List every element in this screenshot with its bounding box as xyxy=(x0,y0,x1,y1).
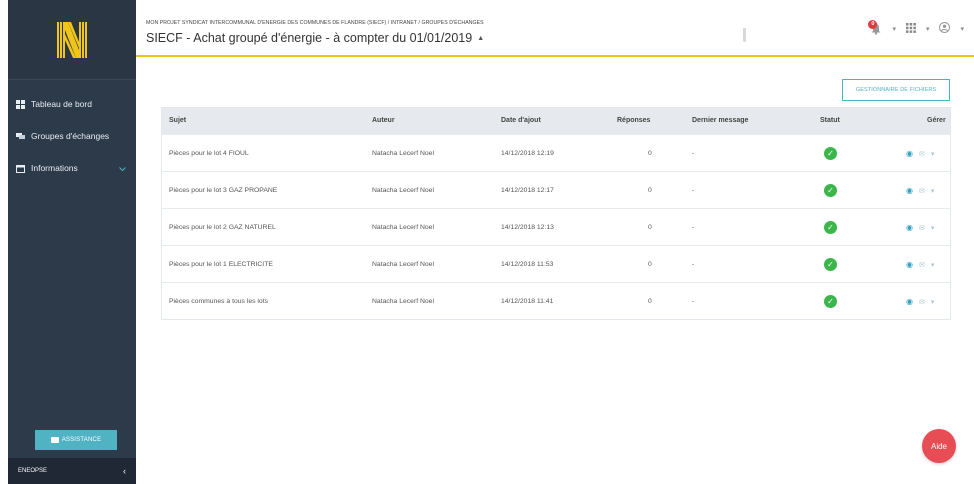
table-row[interactable]: Pièces pour le lot 1 ELECTRICITE Natacha… xyxy=(162,245,950,282)
cell-sujet[interactable]: Pièces communes à tous les lots xyxy=(169,298,268,305)
table-row[interactable]: Pièces pour le lot 3 GAZ PROPANE Natacha… xyxy=(162,171,950,208)
cell-dernier-message: - xyxy=(692,150,695,157)
assistance-label: ASSISTANCE xyxy=(61,437,102,443)
view-eye-icon[interactable]: ◉ xyxy=(906,223,913,232)
view-eye-icon[interactable]: ◉ xyxy=(906,297,913,306)
scroll-indicator xyxy=(743,28,746,42)
col-statut[interactable]: Statut xyxy=(820,117,840,124)
status-ok-icon: ✓ xyxy=(824,295,837,308)
assistance-button[interactable]: ASSISTANCE xyxy=(35,430,117,450)
brand-logo-icon xyxy=(57,21,87,58)
row-actions: ◉ ✉ ▾ xyxy=(906,186,934,195)
view-eye-icon[interactable]: ◉ xyxy=(906,260,913,269)
files-manager-button[interactable]: GESTIONNAIRE DE FICHIERS xyxy=(842,79,950,101)
cell-date: 14/12/2018 12:13 xyxy=(501,224,554,231)
cell-auteur: Natacha Lecerf Noel xyxy=(372,150,434,157)
sidebar-item-tableau-de-bord[interactable]: Tableau de bord xyxy=(8,88,136,120)
cell-dernier-message: - xyxy=(692,187,695,194)
header-actions: 0 ▾ ▾ ▾ xyxy=(868,19,964,35)
cell-reponses: 0 xyxy=(648,298,652,305)
cell-auteur: Natacha Lecerf Noel xyxy=(372,224,434,231)
cell-auteur: Natacha Lecerf Noel xyxy=(372,261,434,268)
chevron-down-icon[interactable]: ▾ xyxy=(960,25,964,33)
cell-auteur: Natacha Lecerf Noel xyxy=(372,298,434,305)
cell-sujet[interactable]: Pièces pour le lot 4 FIOUL xyxy=(169,150,249,157)
table-row[interactable]: Pièces pour le lot 2 GAZ NATUREL Natacha… xyxy=(162,208,950,245)
page-title-text: SIECF - Achat groupé d'énergie - à compt… xyxy=(146,31,473,45)
cell-auteur: Natacha Lecerf Noel xyxy=(372,187,434,194)
message-icon[interactable]: ✉ xyxy=(919,298,925,306)
cell-dernier-message: - xyxy=(692,298,695,305)
dashboard-icon xyxy=(16,99,25,109)
header: MON PROJET SYNDICAT INTERCOMMUNAL D'ENER… xyxy=(136,0,974,57)
chevron-down-icon[interactable]: ▾ xyxy=(926,25,930,33)
table-row[interactable]: Pièces communes à tous les lots Natacha … xyxy=(162,282,950,319)
message-icon xyxy=(50,437,59,443)
sidebar-item-label: Groupes d'échanges xyxy=(31,131,110,141)
chevron-down-icon[interactable]: ▾ xyxy=(931,187,935,195)
cell-date: 14/12/2018 12:17 xyxy=(501,187,554,194)
sidebar-item-groupes-echanges[interactable]: Groupes d'échanges xyxy=(8,120,136,152)
notification-badge: 0 xyxy=(868,19,878,29)
cell-reponses: 0 xyxy=(648,261,652,268)
cell-sujet[interactable]: Pièces pour le lot 1 ELECTRICITE xyxy=(169,261,273,268)
status-ok-icon: ✓ xyxy=(824,221,837,234)
row-actions: ◉ ✉ ▾ xyxy=(906,260,934,269)
chevron-down-icon[interactable]: ▾ xyxy=(931,261,935,269)
sidebar-item-label: Tableau de bord xyxy=(31,99,92,109)
row-actions: ◉ ✉ ▾ xyxy=(906,149,934,158)
notifications-button[interactable]: 0 xyxy=(868,19,882,35)
table-header: Sujet Auteur Date d'ajout Réponses Derni… xyxy=(162,108,950,134)
page-title[interactable]: SIECF - Achat groupé d'énergie - à compt… xyxy=(146,31,484,45)
user-avatar-icon[interactable] xyxy=(939,22,951,35)
view-eye-icon[interactable]: ◉ xyxy=(906,149,913,158)
caret-up-icon[interactable]: ▲ xyxy=(477,35,484,42)
calendar-icon xyxy=(16,164,25,173)
col-dernier-message[interactable]: Dernier message xyxy=(692,117,748,124)
cell-date: 14/12/2018 11:41 xyxy=(501,298,554,305)
table-row[interactable]: Pièces pour le lot 4 FIOUL Natacha Lecer… xyxy=(162,134,950,171)
cell-date: 14/12/2018 12:19 xyxy=(501,150,554,157)
cell-reponses: 0 xyxy=(648,150,652,157)
sidebar-footer: ENEOPSE ‹ xyxy=(8,458,136,484)
status-ok-icon: ✓ xyxy=(824,258,837,271)
col-auteur[interactable]: Auteur xyxy=(372,117,395,124)
view-eye-icon[interactable]: ◉ xyxy=(906,186,913,195)
message-icon[interactable]: ✉ xyxy=(919,224,925,232)
logo[interactable] xyxy=(8,0,136,80)
topics-table: Sujet Auteur Date d'ajout Réponses Derni… xyxy=(161,107,951,320)
col-sujet[interactable]: Sujet xyxy=(169,117,186,124)
sidebar-item-label: Informations xyxy=(31,163,78,173)
cell-dernier-message: - xyxy=(692,224,695,231)
apps-grid-icon[interactable] xyxy=(905,22,916,35)
chevron-down-icon[interactable]: ▾ xyxy=(931,298,935,306)
message-icon[interactable]: ✉ xyxy=(919,261,925,269)
chevron-down-icon[interactable]: ▾ xyxy=(931,150,935,158)
cell-date: 14/12/2018 11:53 xyxy=(501,261,554,268)
sidebar: Tableau de bord Groupes d'échanges Infor… xyxy=(8,0,136,484)
cell-dernier-message: - xyxy=(692,261,695,268)
chevron-down-icon[interactable]: ▾ xyxy=(892,25,896,33)
breadcrumb[interactable]: MON PROJET SYNDICAT INTERCOMMUNAL D'ENER… xyxy=(146,20,484,26)
footer-label: ENEOPSE xyxy=(18,468,48,474)
cell-reponses: 0 xyxy=(648,224,652,231)
row-actions: ◉ ✉ ▾ xyxy=(906,223,934,232)
col-reponses[interactable]: Réponses xyxy=(617,117,650,124)
chat-icon xyxy=(16,132,25,141)
sidebar-item-informations[interactable]: Informations xyxy=(8,152,136,184)
cell-sujet[interactable]: Pièces pour le lot 3 GAZ PROPANE xyxy=(169,187,277,194)
col-date[interactable]: Date d'ajout xyxy=(501,117,541,124)
status-ok-icon: ✓ xyxy=(824,147,837,160)
status-ok-icon: ✓ xyxy=(824,184,837,197)
cell-reponses: 0 xyxy=(648,187,652,194)
chevron-down-icon[interactable]: ▾ xyxy=(931,224,935,232)
message-icon[interactable]: ✉ xyxy=(919,150,925,158)
aide-button[interactable]: Aide xyxy=(922,429,956,463)
col-gerer: Gérer xyxy=(927,117,946,124)
chevron-down-icon xyxy=(119,164,126,174)
message-icon[interactable]: ✉ xyxy=(919,187,925,195)
chevron-left-icon[interactable]: ‹ xyxy=(123,466,126,476)
row-actions: ◉ ✉ ▾ xyxy=(906,297,934,306)
cell-sujet[interactable]: Pièces pour le lot 2 GAZ NATUREL xyxy=(169,224,276,231)
